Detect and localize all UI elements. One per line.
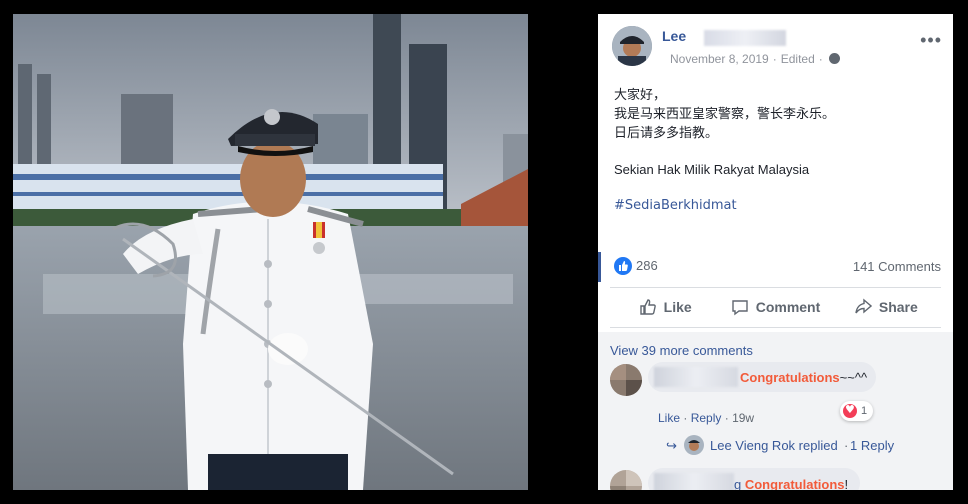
meta-separator: · [818, 52, 823, 66]
post-meta: November 8, 2019 · Edited · [670, 52, 840, 66]
comment-suffix: ! [844, 477, 849, 490]
replier-avatar[interactable] [684, 435, 704, 455]
commenter-name-tail[interactable]: g [734, 477, 745, 490]
post-photo[interactable] [13, 14, 528, 490]
thumbs-up-icon [639, 299, 656, 315]
author-avatar[interactable] [612, 26, 652, 66]
comment-reaction-count[interactable]: 1 [840, 401, 874, 421]
commenter-avatar[interactable] [610, 470, 642, 490]
meta-separator: · [772, 52, 777, 66]
post-header: Lee November 8, 2019 · Edited · ••• [612, 26, 942, 70]
divider [610, 327, 941, 328]
share-button[interactable]: Share [831, 291, 941, 323]
like-button[interactable]: Like [610, 291, 720, 323]
post-date[interactable]: November 8, 2019 [670, 52, 769, 66]
comment-like-link[interactable]: Like [658, 411, 680, 425]
comment-text: g Congratulations! [734, 477, 848, 490]
post-body-line: 大家好， [614, 88, 667, 103]
author-avatar-image [612, 26, 652, 66]
more-options-icon[interactable]: ••• [920, 30, 942, 51]
post-panel: Lee November 8, 2019 · Edited · ••• 大家好， 我是… [598, 14, 953, 490]
heart-icon [843, 403, 857, 418]
post-body: 大家好， 我是马来西亚皇家警察，警长李永乐。 日后请多多指教。 Sekian H… [614, 86, 934, 215]
meta-separator: · [844, 438, 849, 453]
view-more-comments-link[interactable]: View 39 more comments [610, 343, 753, 358]
photo-police-officer-image [13, 14, 528, 490]
commenter-name-redacted[interactable] [654, 367, 738, 387]
reaction-count: 1 [861, 405, 868, 417]
view-replies-link[interactable]: 1 Reply [850, 438, 894, 453]
comment-suffix: ~~^^ [839, 370, 868, 385]
comment-reply-link[interactable]: Reply [691, 411, 722, 425]
like-button-label: Like [663, 299, 692, 315]
reactions-bar: 286 141 Comments [598, 254, 953, 278]
comment-time[interactable]: 19w [732, 411, 754, 425]
post-body-line: 日后请多多指教。 [614, 126, 719, 141]
like-count[interactable]: 286 [636, 258, 658, 273]
share-icon [855, 298, 872, 314]
comments-section: View 39 more comments Congratulations~~^… [598, 332, 953, 490]
meta-separator: · [683, 411, 688, 425]
commenter-name-redacted[interactable] [654, 473, 734, 490]
comment-text: Congratulations~~^^ [740, 370, 867, 385]
comment-button[interactable]: Comment [720, 291, 830, 323]
reply-arrow-icon: ↪ [666, 439, 677, 454]
hashtag-link[interactable]: #SediaBerkhidmat [614, 196, 934, 215]
divider [610, 287, 941, 288]
comment-count[interactable]: 141 Comments [853, 259, 941, 274]
comment-highlight: Congratulations [744, 477, 845, 490]
replies-row[interactable]: ↪ [666, 438, 685, 454]
comment-highlight: Congratulations [740, 370, 840, 385]
author-name[interactable]: Lee [662, 28, 686, 44]
post-body-line: Sekian Hak Milik Rakyat Malaysia [614, 162, 810, 177]
comment-meta: Like · Reply · 19w [658, 411, 754, 425]
commenter-avatar[interactable] [610, 364, 642, 396]
like-reaction-icon[interactable] [614, 257, 632, 275]
author-name-redacted [704, 30, 786, 46]
share-button-label: Share [878, 299, 918, 315]
post-body-line: 我是马来西亚皇家警察，警长李永乐。 [614, 107, 836, 122]
comment-button-label: Comment [755, 299, 821, 315]
globe-icon[interactable] [828, 53, 840, 64]
post-actions: Like Comment Share [610, 291, 941, 323]
replier-name[interactable]: Lee Vieng Rok replied [710, 438, 838, 453]
meta-separator: · [724, 411, 729, 425]
scrollbar[interactable] [944, 14, 952, 234]
post-edited[interactable]: Edited [781, 52, 815, 66]
comment-icon [732, 300, 748, 316]
